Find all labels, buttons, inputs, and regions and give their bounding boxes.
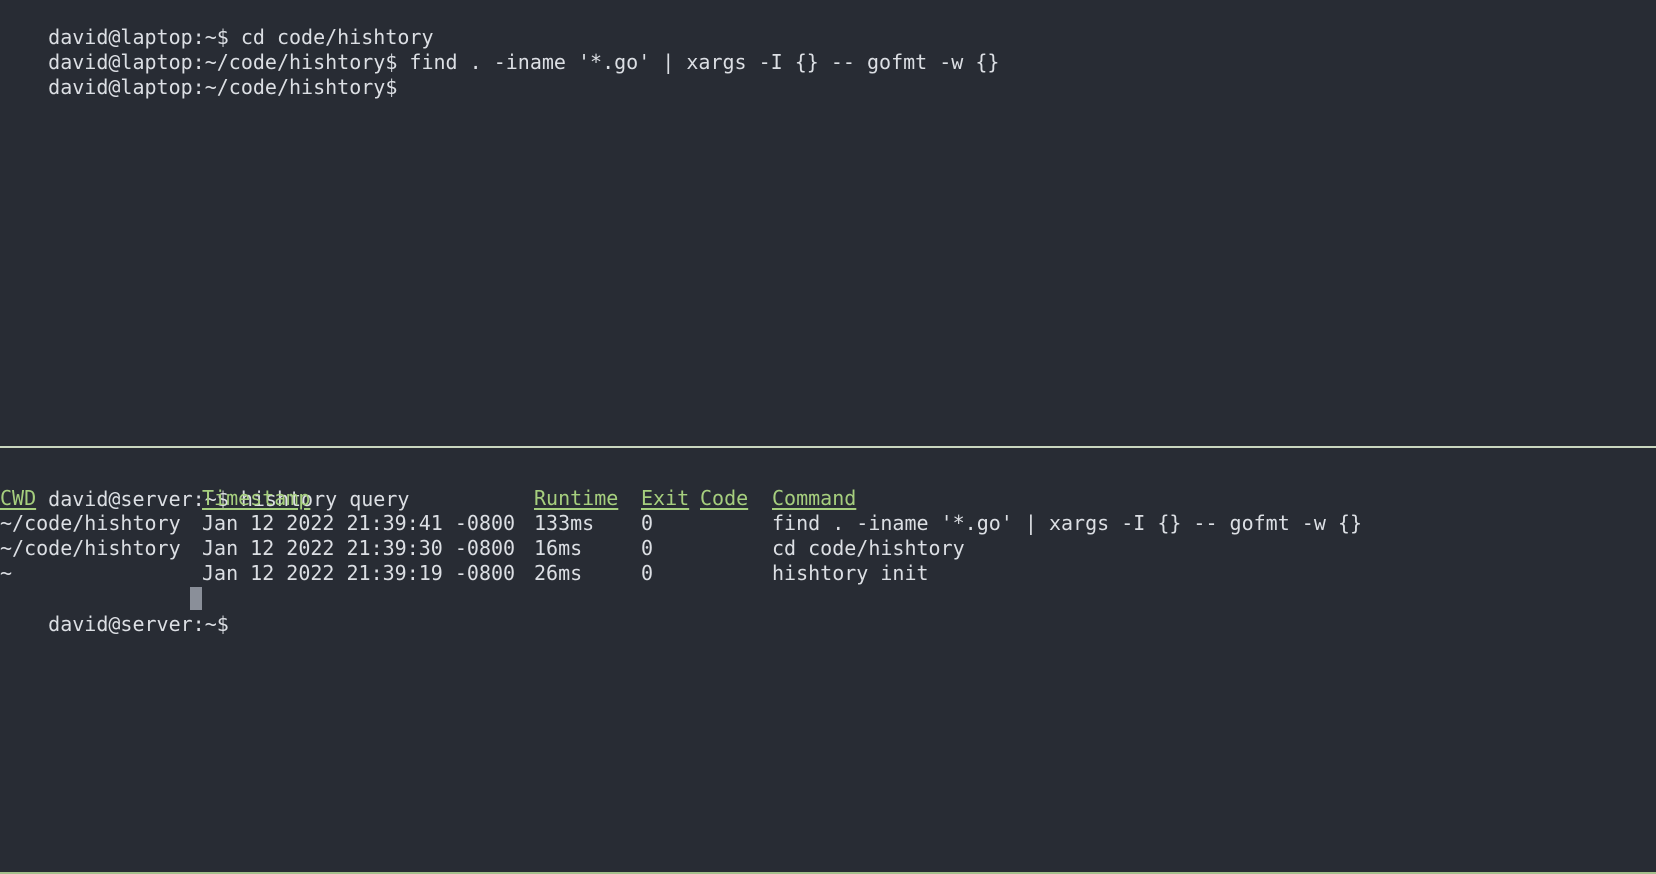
cell-exit-code: 0 — [641, 561, 654, 585]
top-line-2: david@laptop:~/code/hishtory$ find . -in… — [0, 23, 999, 74]
header-command: Command — [772, 486, 857, 510]
cell-runtime: 16ms — [534, 536, 583, 560]
cell-exit-code: 0 — [641, 536, 654, 560]
table-row: ~/code/hishtory Jan 12 2022 21:39:30 -08… — [0, 535, 1656, 561]
header-code: Code — [700, 486, 749, 510]
cell-command: cd code/hishtory — [772, 536, 965, 560]
cell-cwd: ~ — [0, 561, 13, 585]
cell-timestamp: Jan 12 2022 21:39:19 -0800 — [202, 561, 516, 585]
prompt: david@laptop:~/code/hishtory$ — [48, 75, 398, 99]
top-terminal-pane[interactable]: david@laptop:~$ cd code/hishtory david@l… — [0, 0, 1656, 446]
bottom-terminal-pane[interactable]: david@server:~$ hishtory query CWD Times… — [0, 448, 1656, 872]
cell-runtime: 133ms — [534, 511, 595, 535]
cell-cwd: ~/code/hishtory — [0, 511, 181, 535]
cell-command: hishtory init — [772, 561, 929, 585]
cell-exit-code: 0 — [641, 511, 654, 535]
top-line-3: david@laptop:~/code/hishtory$ — [0, 48, 397, 99]
cell-runtime: 26ms — [534, 561, 583, 585]
prompt: david@server:~$ — [48, 612, 229, 636]
table-header-row: CWD Timestamp Runtime Exit Code Command — [0, 485, 1656, 511]
top-line-1: david@laptop:~$ cd code/hishtory — [0, 0, 433, 49]
table-row: ~/code/hishtory Jan 12 2022 21:39:41 -08… — [0, 510, 1656, 536]
header-runtime: Runtime — [534, 486, 619, 510]
cell-cwd: ~/code/hishtory — [0, 536, 181, 560]
header-exit: Exit — [641, 486, 690, 510]
command-text: find . -iname '*.go' | xargs -I {} -- go… — [409, 50, 1000, 74]
cell-timestamp: Jan 12 2022 21:39:30 -0800 — [202, 536, 516, 560]
text-cursor — [190, 587, 202, 610]
query-command-line: david@server:~$ hishtory query — [0, 460, 409, 511]
header-cwd: CWD — [0, 486, 37, 510]
table-row: ~ Jan 12 2022 21:39:19 -0800 26ms 0 hish… — [0, 560, 1656, 586]
cell-command: find . -iname '*.go' | xargs -I {} -- go… — [772, 511, 1363, 535]
header-timestamp: Timestamp — [202, 486, 311, 510]
cell-timestamp: Jan 12 2022 21:39:41 -0800 — [202, 511, 516, 535]
final-prompt-line[interactable]: david@server:~$ — [0, 585, 400, 636]
